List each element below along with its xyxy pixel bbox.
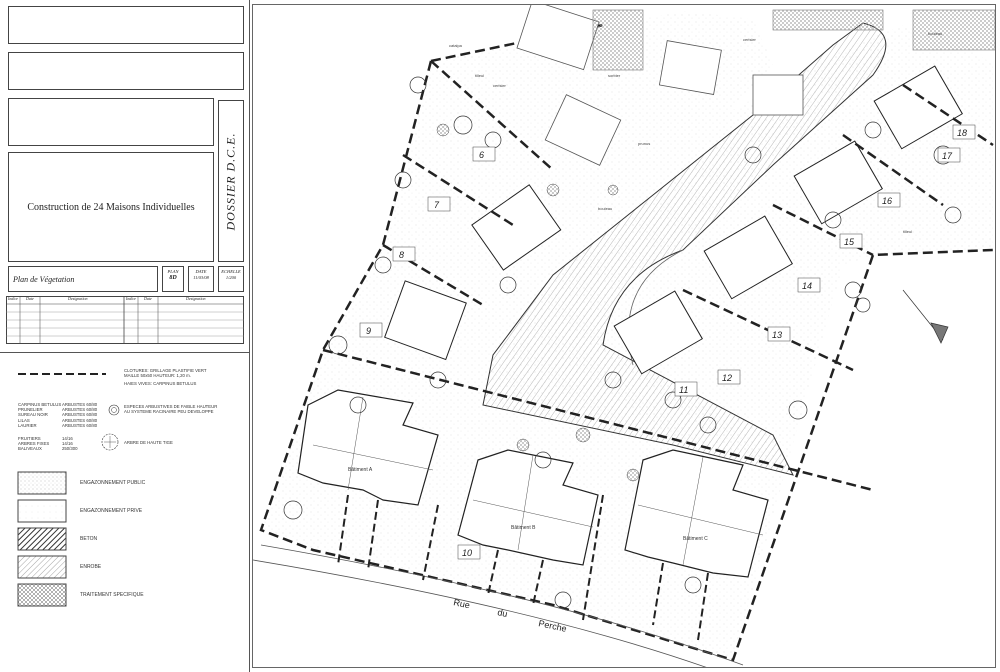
swatch-gazon-prive bbox=[17, 499, 67, 523]
blank-cartouche-box-2 bbox=[8, 52, 244, 90]
street-label-perche: Perche bbox=[538, 618, 568, 634]
lot-label: 12 bbox=[717, 369, 741, 385]
swatch-beton bbox=[17, 527, 67, 551]
plan-number-cell: PLAN 8D bbox=[162, 266, 184, 292]
north-arrow-icon bbox=[902, 289, 949, 344]
lot-label: 9 bbox=[359, 322, 383, 338]
rev-header-indice-2: Indice bbox=[126, 296, 136, 301]
revision-table: Indice Date Designation Indice Date Desi… bbox=[6, 296, 244, 344]
tree-tag: cerisier bbox=[743, 37, 757, 42]
fence-legend-text: CLOTURES: GRILLAGE PLASTIFIE VERT MAILLE… bbox=[124, 368, 207, 387]
shrub-symbol bbox=[108, 404, 120, 416]
lot-number: 10 bbox=[462, 548, 472, 558]
street-label-rue: Rue bbox=[453, 597, 471, 610]
lot-label: 7 bbox=[427, 196, 451, 212]
legend-gazon-prive: ENGAZONNEMENT PRIVE bbox=[80, 508, 143, 514]
shrubs-sizes-list: ARBUSTES 60/80 ARBUSTES 60/80 ARBUSTES 60/… bbox=[62, 402, 98, 428]
rev-header-date-2: Date bbox=[144, 296, 152, 301]
dossier-label: DOSSIER D.C.E. bbox=[218, 100, 244, 262]
lot-number: 8 bbox=[399, 250, 404, 260]
lot-label: 17 bbox=[937, 147, 961, 163]
rev-header-designation: Designation bbox=[68, 296, 88, 301]
legend-enrobe: ENROBE bbox=[80, 564, 102, 570]
building-label-a: Bâtiment A bbox=[348, 467, 373, 473]
lot-label: 16 bbox=[877, 192, 901, 208]
lot-label: 11 bbox=[674, 381, 698, 397]
trees-sizes-list: 14/16 14/16 250/300 bbox=[62, 436, 78, 452]
shrubs-description: ESPECES ARBUSTIVES DE FAIBLE HAUTEUR AU S… bbox=[124, 404, 218, 415]
tree-tag: tilleul bbox=[475, 73, 484, 78]
blank-cartouche-box-1 bbox=[8, 6, 244, 44]
swatch-traitement bbox=[17, 583, 67, 607]
lot-label: 10 bbox=[457, 544, 481, 560]
tree-tag: cerisier bbox=[493, 83, 507, 88]
date-cell: DATE 11/03/08 bbox=[188, 266, 214, 292]
lot-number: 6 bbox=[479, 150, 484, 160]
rev-header-designation-2: Designation bbox=[186, 296, 206, 301]
lot-label: 15 bbox=[839, 233, 863, 249]
site-plan-drawing: 6 7 8 9 10 11 12 13 14 15 16 17 18 Bâtim… bbox=[252, 4, 996, 668]
tree-symbol bbox=[101, 433, 119, 451]
lot-number: 16 bbox=[882, 196, 892, 206]
lot-number: 15 bbox=[844, 237, 855, 247]
legend-traitement: TRAITEMENT SPECIFIQUE bbox=[80, 592, 144, 598]
lot-label: 8 bbox=[392, 246, 416, 262]
tree-tag: catalpa bbox=[449, 43, 463, 48]
rev-header-indice: Indice bbox=[8, 296, 18, 301]
site-plan-svg: 6 7 8 9 10 11 12 13 14 15 16 17 18 Bâtim… bbox=[253, 5, 995, 667]
legend-beton: BETON bbox=[80, 536, 98, 542]
swatch-gazon-public bbox=[17, 471, 67, 495]
street-label-du: du bbox=[497, 607, 509, 619]
tree-tag: tilleul bbox=[903, 229, 912, 234]
lot-label: 13 bbox=[767, 326, 791, 342]
lot-number: 12 bbox=[722, 373, 732, 383]
legend-gazon-public: ENGAZONNEMENT PUBLIC bbox=[80, 480, 146, 486]
lot-number: 11 bbox=[679, 385, 688, 395]
tree-tag: bouleau bbox=[928, 31, 942, 36]
lot-label: 6 bbox=[472, 146, 496, 162]
building-label-b: Bâtiment B bbox=[511, 525, 536, 531]
lot-number: 18 bbox=[957, 128, 967, 138]
lot-label: 14 bbox=[797, 277, 821, 293]
tree-tag: bouleau bbox=[598, 206, 612, 211]
lot-number: 9 bbox=[366, 326, 371, 336]
scale-cell: ECHELLE 1/200 bbox=[218, 266, 244, 292]
tree-tag: prunus bbox=[638, 141, 650, 146]
shrubs-species-list: CARPINUS BETULUS PRUNELIER SUREAU NOIR LILA… bbox=[18, 402, 62, 428]
trees-description: ARBRE DE HAUTE TIGE bbox=[124, 440, 173, 445]
title-block-panel: Construction de 24 Maisons Individuelles… bbox=[0, 0, 250, 672]
legend-divider bbox=[0, 352, 250, 353]
swatch-enrobe bbox=[17, 555, 67, 579]
trees-species-list: FRUITIERS ARBRES FIXES BALIVEAUX bbox=[18, 436, 50, 452]
tree-tag: sorbier bbox=[608, 73, 621, 78]
lot-number: 17 bbox=[942, 151, 953, 161]
plan-title: Plan de Végetation bbox=[8, 266, 158, 292]
lot-number: 14 bbox=[802, 281, 812, 291]
rev-header-date: Date bbox=[26, 296, 34, 301]
project-title: Construction de 24 Maisons Individuelles bbox=[8, 152, 214, 262]
lot-number: 13 bbox=[772, 330, 782, 340]
building-label-c: Bâtiment C bbox=[683, 536, 708, 542]
lot-label: 18 bbox=[952, 124, 976, 140]
blank-cartouche-box-3 bbox=[8, 98, 214, 146]
